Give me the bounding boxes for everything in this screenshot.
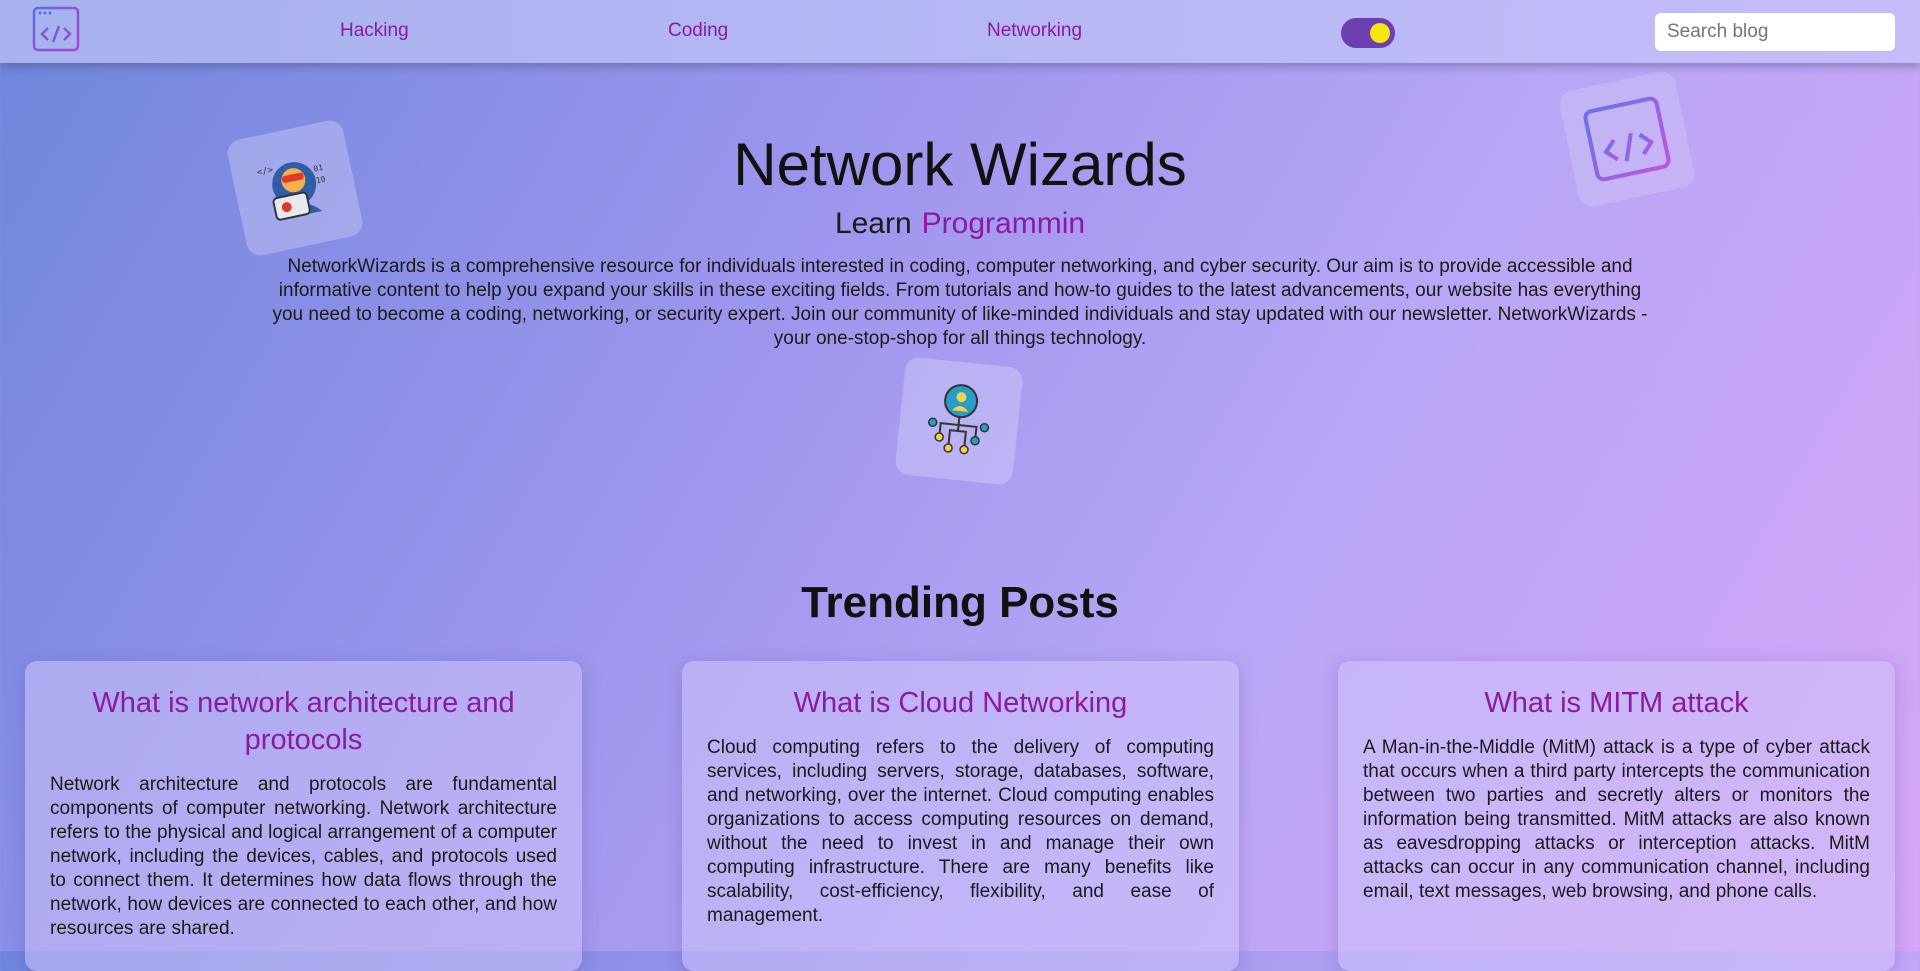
search-input[interactable]	[1655, 13, 1895, 51]
nav-link-networking[interactable]: Networking	[987, 20, 1082, 42]
post-title[interactable]: What is MITM attack	[1363, 685, 1870, 722]
post-card[interactable]: What is network architecture and protoco…	[25, 661, 582, 971]
post-excerpt: A Man-in-the-Middle (MitM) attack is a t…	[1363, 737, 1870, 902]
learn-label: Learn	[834, 207, 912, 240]
post-excerpt: Network architecture and protocols are f…	[50, 774, 557, 939]
site-description: NetworkWizards is a comprehensive resour…	[272, 256, 1648, 349]
toggle-knob	[1370, 23, 1390, 43]
network-illustration	[894, 356, 1024, 486]
hero-tagline: Learn Programmin	[0, 207, 1920, 241]
navbar: Hacking Coding Networking	[0, 0, 1920, 63]
post-title[interactable]: What is network architecture and protoco…	[50, 685, 557, 759]
network-user-icon	[927, 384, 990, 455]
trending-heading: Trending Posts	[801, 578, 1119, 627]
site-title: Network Wizards	[733, 131, 1187, 198]
post-card[interactable]: What is Cloud Networking Cloud computing…	[682, 661, 1239, 971]
post-card[interactable]: What is MITM attack A Man-in-the-Middle …	[1338, 661, 1895, 971]
post-title[interactable]: What is Cloud Networking	[707, 685, 1214, 722]
theme-toggle[interactable]	[1341, 18, 1395, 48]
code-window-icon[interactable]	[32, 6, 80, 52]
nav-link-coding[interactable]: Coding	[668, 20, 728, 42]
post-excerpt: Cloud computing refers to the delivery o…	[707, 737, 1214, 926]
nav-link-hacking[interactable]: Hacking	[340, 20, 409, 42]
typed-text: Programmin	[921, 207, 1086, 240]
